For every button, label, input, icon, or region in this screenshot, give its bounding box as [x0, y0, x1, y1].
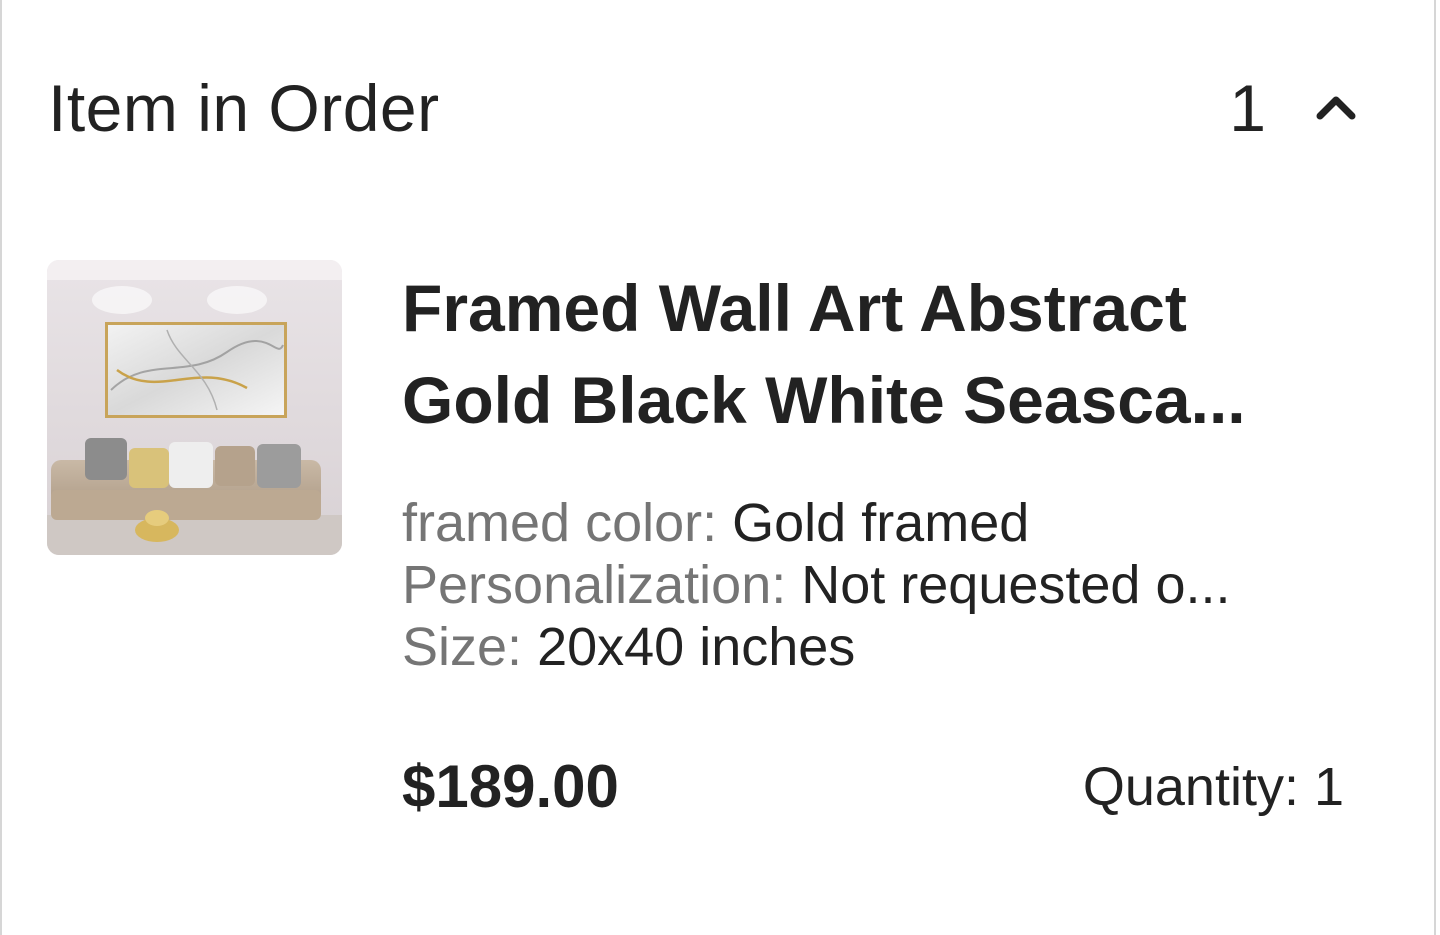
chevron-up-icon[interactable]: [1310, 82, 1362, 134]
product-title[interactable]: Framed Wall Art Abstract Gold Black Whit…: [402, 262, 1382, 446]
product-title-line-1: Framed Wall Art Abstract: [402, 271, 1187, 345]
product-thumbnail[interactable]: [47, 260, 342, 555]
order-panel: Item in Order 1 Framed Wall Art Abstract…: [0, 0, 1436, 935]
item-price: $189.00: [402, 753, 619, 820]
attribute-size: Size: 20x40 inches: [402, 616, 1382, 678]
attribute-framed-color: framed color: Gold framed: [402, 492, 1382, 554]
product-title-line-2: Gold Black White Seasca...: [402, 363, 1246, 437]
attribute-label: Size:: [402, 617, 538, 677]
attribute-value: 20x40 inches: [537, 617, 856, 677]
product-attributes: framed color: Gold framed Personalizatio…: [402, 492, 1382, 678]
item-quantity: Quantity: 1: [1082, 757, 1344, 817]
section-title: Item in Order: [48, 71, 440, 145]
product-image: [47, 260, 342, 555]
attribute-personalization: Personalization: Not requested o...: [402, 554, 1382, 616]
attribute-value: Gold framed: [732, 493, 1030, 553]
attribute-label: framed color:: [402, 493, 733, 553]
order-items-header[interactable]: Item in Order 1: [48, 64, 1368, 145]
attribute-value: Not requested o...: [801, 555, 1231, 615]
item-count: 1: [1229, 71, 1266, 145]
attribute-label: Personalization:: [402, 555, 802, 615]
